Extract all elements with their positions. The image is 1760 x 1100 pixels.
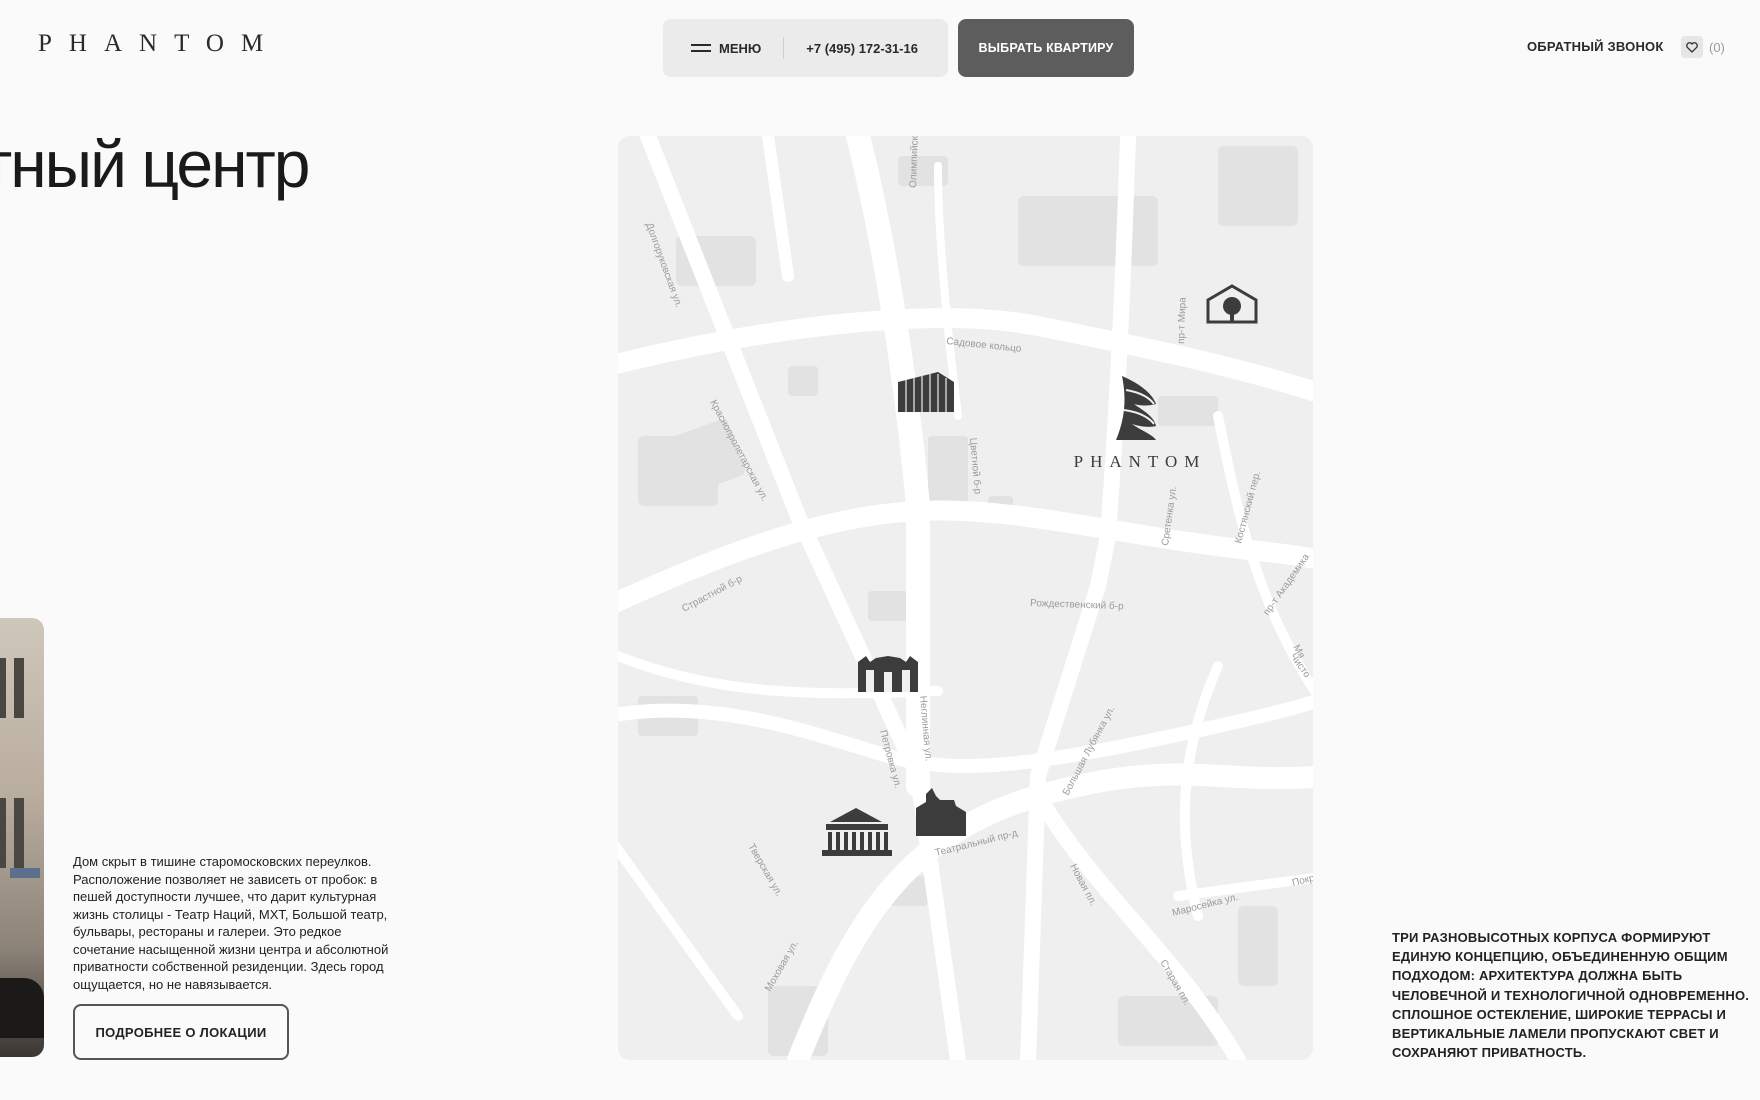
favorites-button[interactable]: (0): [1681, 36, 1725, 58]
favorites-count: (0): [1709, 39, 1725, 55]
heart-icon: [1681, 36, 1703, 58]
theatre-of-nations-icon: [858, 656, 918, 692]
page-heading: тный центр: [0, 127, 310, 201]
location-photo: [0, 618, 44, 1057]
svg-text:Покр: Покр: [1291, 873, 1313, 889]
svg-text:пр-т Мира: пр-т Мира: [1176, 297, 1189, 344]
divider: [783, 37, 785, 59]
location-map[interactable]: Долгоруковская ул. Олимпийский пр-т Садо…: [618, 136, 1313, 1060]
bolshoi-theatre-icon: [822, 808, 892, 856]
svg-text:Тверская ул.: Тверская ул.: [745, 842, 784, 898]
svg-text:Рождественский б-р: Рождественский б-р: [1030, 597, 1124, 612]
menu-label: МЕНЮ: [719, 40, 762, 56]
garden-icon: [1206, 284, 1258, 324]
hamburger-icon: [691, 44, 711, 52]
menu-button[interactable]: МЕНЮ: [691, 41, 761, 56]
svg-text:Цветной б-р: Цветной б-р: [967, 437, 984, 495]
svg-text:Моховая ул.: Моховая ул.: [763, 939, 801, 994]
phone-link[interactable]: +7 (495) 172-31-16: [806, 41, 918, 56]
header-pill: МЕНЮ +7 (495) 172-31-16: [663, 19, 948, 77]
logo[interactable]: PHANTOM: [38, 30, 280, 58]
location-description: Дом скрыт в тишине старомосковских переу…: [73, 854, 389, 992]
location-more-button[interactable]: ПОДРОБНЕЕ О ЛОКАЦИИ: [73, 1004, 289, 1060]
architecture-text: ТРИ РАЗНОВЫСОТНЫХ КОРПУСА ФОРМИРУЮТ ЕДИН…: [1392, 930, 1750, 1061]
callback-button[interactable]: ОБРАТНЫЙ ЗВОНОК: [1527, 39, 1664, 54]
choose-apartment-button[interactable]: ВЫБРАТЬ КВАРТИРУ: [958, 19, 1134, 77]
svg-text:Садовое кольцо: Садовое кольцо: [946, 336, 1023, 355]
map-project-label: PHANTOM: [1074, 452, 1207, 471]
map-canvas: Долгоруковская ул. Олимпийский пр-т Садо…: [618, 136, 1313, 1060]
